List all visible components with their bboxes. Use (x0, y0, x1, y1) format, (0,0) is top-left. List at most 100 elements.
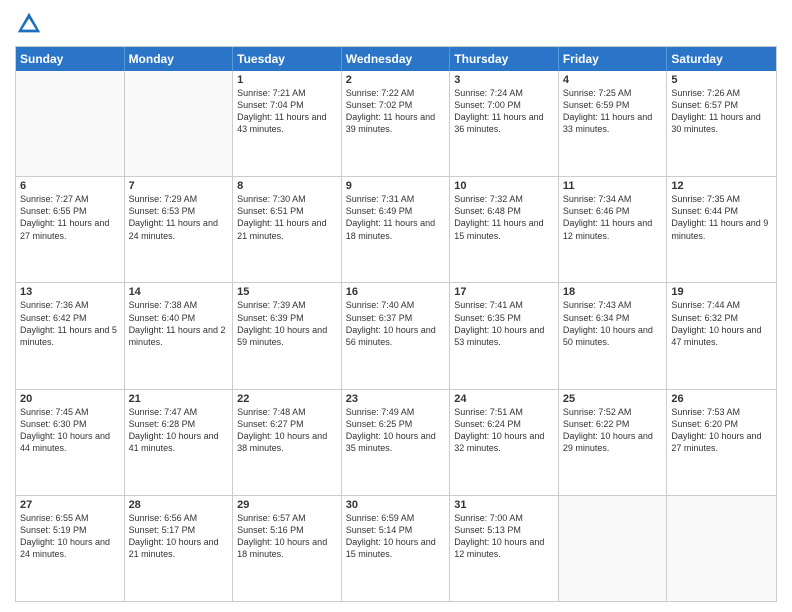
calendar-cell-r4c2: 29Sunrise: 6:57 AM Sunset: 5:16 PM Dayli… (233, 496, 342, 601)
calendar-cell-r0c0 (16, 71, 125, 176)
calendar-cell-r3c0: 20Sunrise: 7:45 AM Sunset: 6:30 PM Dayli… (16, 390, 125, 495)
calendar-cell-r0c1 (125, 71, 234, 176)
calendar-cell-r1c3: 9Sunrise: 7:31 AM Sunset: 6:49 PM Daylig… (342, 177, 451, 282)
cell-info: Sunrise: 7:38 AM Sunset: 6:40 PM Dayligh… (129, 299, 229, 348)
calendar-cell-r0c2: 1Sunrise: 7:21 AM Sunset: 7:04 PM Daylig… (233, 71, 342, 176)
day-number: 3 (454, 74, 554, 86)
cell-info: Sunrise: 7:41 AM Sunset: 6:35 PM Dayligh… (454, 299, 554, 348)
day-number: 19 (671, 286, 772, 298)
calendar-cell-r0c5: 4Sunrise: 7:25 AM Sunset: 6:59 PM Daylig… (559, 71, 668, 176)
logo (15, 10, 47, 38)
calendar-cell-r1c0: 6Sunrise: 7:27 AM Sunset: 6:55 PM Daylig… (16, 177, 125, 282)
day-number: 27 (20, 499, 120, 511)
calendar-row-0: 1Sunrise: 7:21 AM Sunset: 7:04 PM Daylig… (16, 71, 776, 177)
calendar-cell-r2c2: 15Sunrise: 7:39 AM Sunset: 6:39 PM Dayli… (233, 283, 342, 388)
day-number: 2 (346, 74, 446, 86)
day-number: 24 (454, 393, 554, 405)
day-number: 15 (237, 286, 337, 298)
calendar-header-row: SundayMondayTuesdayWednesdayThursdayFrid… (16, 47, 776, 71)
cell-info: Sunrise: 7:22 AM Sunset: 7:02 PM Dayligh… (346, 87, 446, 136)
cell-info: Sunrise: 7:51 AM Sunset: 6:24 PM Dayligh… (454, 406, 554, 455)
calendar-cell-r3c1: 21Sunrise: 7:47 AM Sunset: 6:28 PM Dayli… (125, 390, 234, 495)
cell-info: Sunrise: 7:32 AM Sunset: 6:48 PM Dayligh… (454, 193, 554, 242)
cell-info: Sunrise: 7:31 AM Sunset: 6:49 PM Dayligh… (346, 193, 446, 242)
header-day-tuesday: Tuesday (233, 47, 342, 71)
day-number: 4 (563, 74, 663, 86)
calendar-row-2: 13Sunrise: 7:36 AM Sunset: 6:42 PM Dayli… (16, 283, 776, 389)
calendar-cell-r3c6: 26Sunrise: 7:53 AM Sunset: 6:20 PM Dayli… (667, 390, 776, 495)
calendar-cell-r2c1: 14Sunrise: 7:38 AM Sunset: 6:40 PM Dayli… (125, 283, 234, 388)
day-number: 16 (346, 286, 446, 298)
cell-info: Sunrise: 7:48 AM Sunset: 6:27 PM Dayligh… (237, 406, 337, 455)
cell-info: Sunrise: 7:26 AM Sunset: 6:57 PM Dayligh… (671, 87, 772, 136)
day-number: 12 (671, 180, 772, 192)
day-number: 18 (563, 286, 663, 298)
header-day-wednesday: Wednesday (342, 47, 451, 71)
calendar-cell-r2c0: 13Sunrise: 7:36 AM Sunset: 6:42 PM Dayli… (16, 283, 125, 388)
day-number: 8 (237, 180, 337, 192)
cell-info: Sunrise: 7:45 AM Sunset: 6:30 PM Dayligh… (20, 406, 120, 455)
cell-info: Sunrise: 7:34 AM Sunset: 6:46 PM Dayligh… (563, 193, 663, 242)
day-number: 11 (563, 180, 663, 192)
calendar-cell-r3c4: 24Sunrise: 7:51 AM Sunset: 6:24 PM Dayli… (450, 390, 559, 495)
calendar-cell-r1c1: 7Sunrise: 7:29 AM Sunset: 6:53 PM Daylig… (125, 177, 234, 282)
cell-info: Sunrise: 7:30 AM Sunset: 6:51 PM Dayligh… (237, 193, 337, 242)
calendar-cell-r3c2: 22Sunrise: 7:48 AM Sunset: 6:27 PM Dayli… (233, 390, 342, 495)
header-day-sunday: Sunday (16, 47, 125, 71)
cell-info: Sunrise: 6:56 AM Sunset: 5:17 PM Dayligh… (129, 512, 229, 561)
header-day-monday: Monday (125, 47, 234, 71)
calendar: SundayMondayTuesdayWednesdayThursdayFrid… (15, 46, 777, 602)
cell-info: Sunrise: 7:39 AM Sunset: 6:39 PM Dayligh… (237, 299, 337, 348)
cell-info: Sunrise: 7:52 AM Sunset: 6:22 PM Dayligh… (563, 406, 663, 455)
day-number: 29 (237, 499, 337, 511)
calendar-cell-r3c3: 23Sunrise: 7:49 AM Sunset: 6:25 PM Dayli… (342, 390, 451, 495)
calendar-cell-r2c3: 16Sunrise: 7:40 AM Sunset: 6:37 PM Dayli… (342, 283, 451, 388)
header-day-friday: Friday (559, 47, 668, 71)
header (15, 10, 777, 38)
header-day-thursday: Thursday (450, 47, 559, 71)
calendar-cell-r2c6: 19Sunrise: 7:44 AM Sunset: 6:32 PM Dayli… (667, 283, 776, 388)
calendar-cell-r0c4: 3Sunrise: 7:24 AM Sunset: 7:00 PM Daylig… (450, 71, 559, 176)
day-number: 5 (671, 74, 772, 86)
day-number: 28 (129, 499, 229, 511)
calendar-cell-r4c0: 27Sunrise: 6:55 AM Sunset: 5:19 PM Dayli… (16, 496, 125, 601)
cell-info: Sunrise: 6:59 AM Sunset: 5:14 PM Dayligh… (346, 512, 446, 561)
day-number: 20 (20, 393, 120, 405)
calendar-body: 1Sunrise: 7:21 AM Sunset: 7:04 PM Daylig… (16, 71, 776, 601)
calendar-cell-r1c4: 10Sunrise: 7:32 AM Sunset: 6:48 PM Dayli… (450, 177, 559, 282)
cell-info: Sunrise: 7:36 AM Sunset: 6:42 PM Dayligh… (20, 299, 120, 348)
calendar-cell-r0c6: 5Sunrise: 7:26 AM Sunset: 6:57 PM Daylig… (667, 71, 776, 176)
calendar-cell-r1c2: 8Sunrise: 7:30 AM Sunset: 6:51 PM Daylig… (233, 177, 342, 282)
day-number: 23 (346, 393, 446, 405)
day-number: 21 (129, 393, 229, 405)
cell-info: Sunrise: 7:40 AM Sunset: 6:37 PM Dayligh… (346, 299, 446, 348)
calendar-cell-r4c4: 31Sunrise: 7:00 AM Sunset: 5:13 PM Dayli… (450, 496, 559, 601)
calendar-cell-r4c3: 30Sunrise: 6:59 AM Sunset: 5:14 PM Dayli… (342, 496, 451, 601)
day-number: 13 (20, 286, 120, 298)
calendar-cell-r2c4: 17Sunrise: 7:41 AM Sunset: 6:35 PM Dayli… (450, 283, 559, 388)
day-number: 9 (346, 180, 446, 192)
day-number: 31 (454, 499, 554, 511)
calendar-cell-r4c6 (667, 496, 776, 601)
day-number: 25 (563, 393, 663, 405)
cell-info: Sunrise: 7:53 AM Sunset: 6:20 PM Dayligh… (671, 406, 772, 455)
logo-icon (15, 10, 43, 38)
header-day-saturday: Saturday (667, 47, 776, 71)
day-number: 14 (129, 286, 229, 298)
cell-info: Sunrise: 7:00 AM Sunset: 5:13 PM Dayligh… (454, 512, 554, 561)
day-number: 22 (237, 393, 337, 405)
day-number: 7 (129, 180, 229, 192)
calendar-cell-r1c6: 12Sunrise: 7:35 AM Sunset: 6:44 PM Dayli… (667, 177, 776, 282)
calendar-row-3: 20Sunrise: 7:45 AM Sunset: 6:30 PM Dayli… (16, 390, 776, 496)
day-number: 10 (454, 180, 554, 192)
calendar-cell-r0c3: 2Sunrise: 7:22 AM Sunset: 7:02 PM Daylig… (342, 71, 451, 176)
cell-info: Sunrise: 7:25 AM Sunset: 6:59 PM Dayligh… (563, 87, 663, 136)
calendar-cell-r2c5: 18Sunrise: 7:43 AM Sunset: 6:34 PM Dayli… (559, 283, 668, 388)
calendar-cell-r3c5: 25Sunrise: 7:52 AM Sunset: 6:22 PM Dayli… (559, 390, 668, 495)
day-number: 1 (237, 74, 337, 86)
cell-info: Sunrise: 7:24 AM Sunset: 7:00 PM Dayligh… (454, 87, 554, 136)
cell-info: Sunrise: 7:49 AM Sunset: 6:25 PM Dayligh… (346, 406, 446, 455)
cell-info: Sunrise: 7:27 AM Sunset: 6:55 PM Dayligh… (20, 193, 120, 242)
calendar-cell-r4c5 (559, 496, 668, 601)
cell-info: Sunrise: 7:21 AM Sunset: 7:04 PM Dayligh… (237, 87, 337, 136)
